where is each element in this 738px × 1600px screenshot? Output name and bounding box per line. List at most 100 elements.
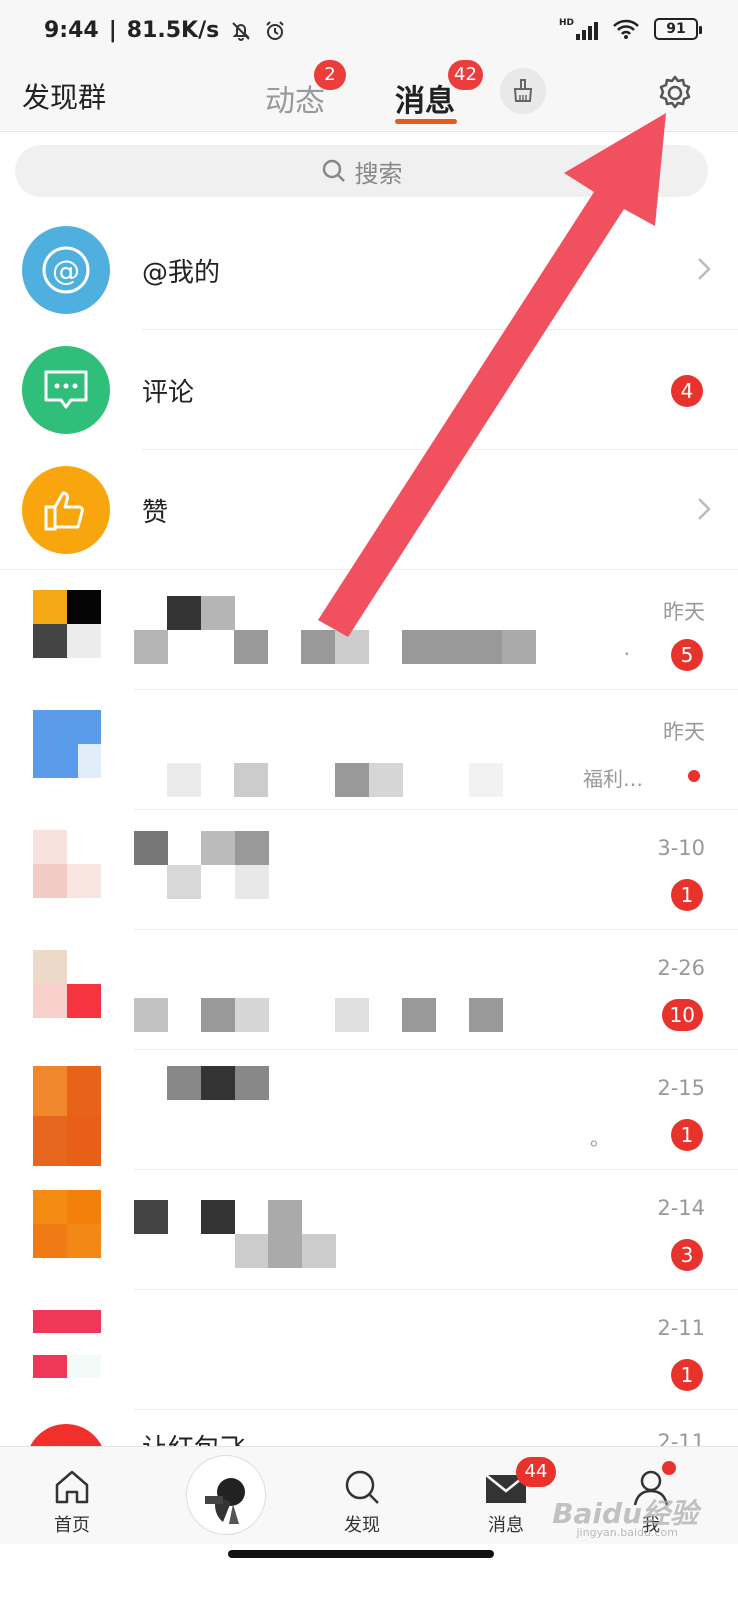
conversation-row[interactable]: 2-14 3 xyxy=(0,1170,738,1290)
tab-discover[interactable]: 发现 xyxy=(317,1463,407,1537)
unread-badge: 1 xyxy=(671,879,703,911)
comment-icon xyxy=(44,370,88,409)
unread-badge: 1 xyxy=(671,1119,703,1151)
pixelated-preview xyxy=(335,763,369,797)
pixelated-preview xyxy=(502,630,536,664)
status-left: 9:44 | 81.5K/s xyxy=(44,18,287,43)
pixelated-title xyxy=(167,1066,201,1100)
avatar xyxy=(33,1066,101,1166)
timestamp: 2-26 xyxy=(657,956,705,980)
pixelated-title xyxy=(268,1200,302,1234)
tab-message[interactable]: 消息 xyxy=(395,76,455,120)
pixelated-preview xyxy=(134,998,168,1032)
pixelated-title xyxy=(201,831,235,865)
profile-notification-dot xyxy=(662,1461,676,1475)
avatar xyxy=(26,1424,106,1446)
active-tab-indicator xyxy=(395,119,457,124)
pixelated-title xyxy=(167,596,201,630)
status-time: 9:44 xyxy=(44,18,99,43)
pixelated-title xyxy=(302,1234,336,1268)
alarm-icon xyxy=(266,20,284,40)
pixelated-preview xyxy=(369,763,403,797)
pixelated-preview xyxy=(469,998,503,1032)
timestamp: 2-11 xyxy=(657,1430,705,1446)
pixelated-preview xyxy=(301,630,335,664)
comment-circle xyxy=(22,346,110,434)
conversation-title: 让红包飞 xyxy=(142,1428,246,1446)
pixelated-preview xyxy=(335,630,369,664)
settings-button[interactable] xyxy=(652,70,698,116)
avatar xyxy=(33,1310,101,1378)
pixelated-title xyxy=(201,1200,235,1234)
tab-avatar[interactable] xyxy=(186,1455,266,1535)
messages-badge: 44 xyxy=(516,1457,556,1487)
timestamp: 2-14 xyxy=(657,1196,705,1220)
conversation-row[interactable]: 2-26 10 xyxy=(0,930,738,1050)
discover-groups-link[interactable]: 发现群 xyxy=(22,76,106,116)
timestamp: 昨天 xyxy=(663,720,705,744)
conversation-row[interactable]: 2-11 1 xyxy=(0,1290,738,1410)
chevron-right-icon xyxy=(698,258,711,280)
at-icon: @ xyxy=(42,246,90,294)
search-placeholder: 搜索 xyxy=(354,159,403,188)
feature-row-likes[interactable]: 赞 xyxy=(0,450,738,570)
avatar xyxy=(33,1190,101,1258)
home-icon xyxy=(55,1470,89,1504)
avatar xyxy=(33,590,101,658)
avatar xyxy=(33,830,101,898)
avatar xyxy=(33,710,101,778)
bell-off-icon xyxy=(232,21,250,41)
battery-indicator: 91 xyxy=(654,18,702,40)
user-avatar-image xyxy=(205,1478,245,1524)
pixelated-preview xyxy=(234,763,268,797)
wifi-icon xyxy=(613,19,639,39)
watermark-url: jingyan.baidu.com xyxy=(576,1526,678,1539)
conversation-row[interactable]: . 昨天 5 xyxy=(0,570,738,690)
message-preview: 。 xyxy=(590,1126,610,1150)
timestamp: 3-10 xyxy=(657,836,705,860)
pixelated-preview xyxy=(402,998,436,1032)
tab-dynamic-badge: 2 xyxy=(314,60,346,90)
gear-icon xyxy=(659,75,691,109)
feature-row-comments[interactable]: 评论 4 xyxy=(0,330,738,450)
pixelated-preview xyxy=(235,998,269,1032)
network-label: HD xyxy=(558,18,574,28)
unread-badge: 10 xyxy=(661,999,703,1031)
status-right: HD 91 xyxy=(559,18,702,40)
home-indicator xyxy=(228,1550,494,1558)
feature-label: 评论 xyxy=(142,378,195,408)
conversation-row[interactable]: 让红包飞 2-11 xyxy=(0,1410,738,1446)
pixelated-title xyxy=(134,1200,168,1234)
tab-home[interactable]: 首页 xyxy=(27,1463,117,1537)
unread-badge: 5 xyxy=(671,639,703,671)
unread-dot xyxy=(688,770,700,782)
tab-label: 消息 xyxy=(488,1515,524,1536)
message-preview: 福利… xyxy=(583,767,643,791)
search-icon xyxy=(345,1470,379,1504)
conversation-row[interactable]: 3-10 1 xyxy=(0,810,738,930)
timestamp: 2-15 xyxy=(657,1076,705,1100)
top-nav: 发现群 动态 2 消息 42 xyxy=(0,60,738,132)
signal-icon: HD xyxy=(559,18,598,40)
tab-label: 发现 xyxy=(344,1515,380,1536)
pixelated-preview xyxy=(134,630,168,664)
pixelated-title xyxy=(235,865,269,899)
search-input[interactable]: 搜索 xyxy=(15,145,708,197)
message-preview: . xyxy=(623,636,630,660)
pixelated-preview xyxy=(469,763,503,797)
pixelated-title xyxy=(167,865,201,899)
conversation-row[interactable]: 。 2-15 1 xyxy=(0,1050,738,1170)
clear-unread-button[interactable] xyxy=(500,68,546,114)
pixelated-title xyxy=(201,596,235,630)
pixelated-preview xyxy=(335,998,369,1032)
pixelated-preview xyxy=(402,630,502,664)
pixelated-title xyxy=(134,831,168,865)
feature-row-mentions[interactable]: @ @我的 xyxy=(0,210,738,330)
like-circle xyxy=(22,466,110,554)
pixelated-preview xyxy=(201,998,235,1032)
thumbs-up-icon xyxy=(44,491,84,531)
pixelated-preview xyxy=(167,763,201,797)
pixelated-title xyxy=(235,1066,269,1100)
tab-label: 首页 xyxy=(54,1515,90,1536)
conversation-row[interactable]: 福利… 昨天 xyxy=(0,690,738,810)
